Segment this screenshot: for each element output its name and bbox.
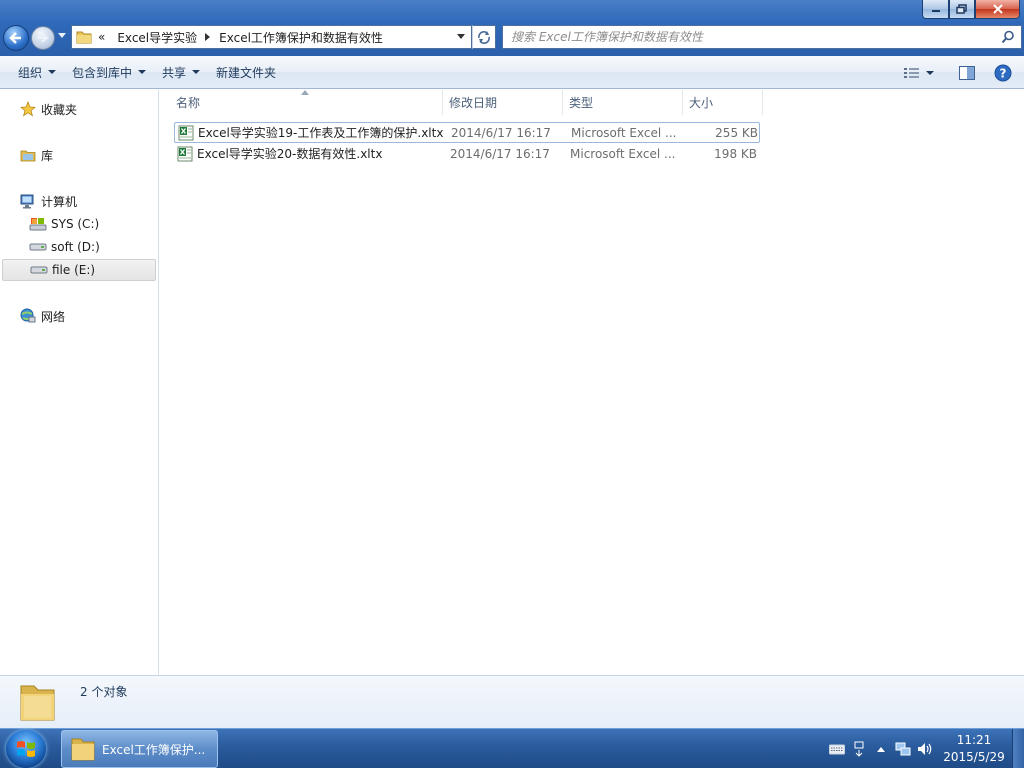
restore-icon — [956, 4, 967, 14]
new-folder-button[interactable]: 新建文件夹 — [208, 60, 284, 84]
library-icon — [20, 150, 36, 162]
close-button[interactable] — [975, 0, 1020, 19]
system-tray: 11:21 2015/5/29 — [826, 729, 1024, 768]
file-name: Excel导学实验20-数据有效性.xltx — [197, 147, 383, 161]
file-date: 2014/6/17 16:17 — [450, 146, 550, 161]
view-list-icon — [904, 67, 919, 78]
column-header-date[interactable]: 修改日期 — [443, 90, 563, 115]
forward-arrow-icon — [38, 33, 49, 43]
network-status-icon — [895, 742, 911, 755]
details-pane: 2 个对象 — [0, 675, 1024, 728]
breadcrumb-arrow-icon[interactable] — [205, 33, 211, 41]
clock-time: 11:21 — [956, 733, 992, 747]
forward-button[interactable] — [31, 26, 55, 50]
file-row[interactable]: Excel导学实验19-工作表及工作簿的保护.xltx 2014/6/17 16… — [174, 122, 760, 143]
nav-drive-d[interactable]: soft (D:) — [2, 236, 156, 258]
caption-buttons — [922, 0, 1020, 19]
folder-icon — [20, 685, 55, 721]
recent-pages-dropdown-icon[interactable] — [58, 33, 66, 39]
preview-pane-button[interactable] — [950, 61, 984, 85]
file-type: Microsoft Excel ... — [570, 146, 676, 161]
file-size: 198 KB — [714, 146, 757, 161]
breadcrumb-parent[interactable]: Excel导学实验 — [117, 29, 197, 46]
help-button[interactable]: ? — [986, 61, 1020, 85]
share-button[interactable]: 共享 — [154, 60, 208, 84]
input-method-icon — [854, 741, 864, 757]
excel-template-icon — [177, 146, 193, 161]
show-desktop-button[interactable] — [1012, 729, 1024, 768]
organize-button[interactable]: 组织 — [10, 60, 64, 84]
window-title-bar[interactable]: « Excel导学实验 Excel工作簿保护和数据有效性 — [0, 0, 1024, 56]
breadcrumb-current[interactable]: Excel工作簿保护和数据有效性 — [219, 29, 383, 46]
search-icon[interactable] — [1001, 30, 1015, 44]
svg-text:?: ? — [1000, 66, 1007, 80]
show-hidden-icons-button[interactable] — [870, 739, 892, 759]
taskbar-explorer-button[interactable]: Excel工作簿保护... — [61, 730, 218, 768]
chevron-down-icon — [926, 70, 934, 75]
change-view-button[interactable] — [896, 61, 942, 85]
file-name: Excel导学实验19-工作表及工作簿的保护.xltx — [198, 126, 444, 140]
back-arrow-icon — [9, 32, 21, 44]
minimize-button[interactable] — [922, 0, 949, 19]
keyboard-icon — [829, 744, 845, 755]
keyboard-tray-button[interactable] — [826, 739, 848, 759]
close-icon — [992, 4, 1003, 14]
drive-icon — [30, 266, 48, 274]
windows-logo-icon — [17, 741, 35, 757]
star-icon — [20, 101, 36, 117]
address-bar[interactable]: « Excel导学实验 Excel工作簿保护和数据有效性 — [71, 25, 472, 49]
nav-favorites[interactable]: 收藏夹 — [2, 98, 156, 120]
start-button[interactable] — [6, 730, 46, 768]
refresh-button[interactable] — [472, 25, 496, 49]
file-type: Microsoft Excel ... — [571, 125, 677, 140]
drive-icon — [29, 243, 47, 251]
address-dropdown-icon[interactable] — [457, 34, 465, 39]
address-overflow[interactable]: « — [98, 30, 105, 44]
file-list-pane[interactable]: 名称 修改日期 类型 大小 Excel导学实验19-工作表及工作簿的保护.xlt… — [160, 90, 1024, 675]
volume-tray-button[interactable] — [914, 739, 936, 759]
nav-drive-c[interactable]: SYS (C:) — [2, 213, 156, 235]
column-header-name[interactable]: 名称 — [170, 90, 443, 115]
taskbar-window-title: Excel工作簿保护... — [102, 742, 206, 757]
nav-computer[interactable]: 计算机 — [2, 190, 156, 212]
computer-icon — [20, 194, 34, 208]
system-drive-icon — [29, 218, 47, 231]
clock-date: 2015/5/29 — [943, 750, 1005, 764]
chevron-up-icon — [877, 747, 885, 752]
search-box[interactable] — [502, 25, 1022, 49]
nav-libraries[interactable]: 库 — [2, 144, 156, 166]
command-bar: 组织 包含到库中 共享 新建文件夹 ? — [0, 56, 1024, 89]
language-tray-button[interactable] — [848, 739, 870, 759]
sort-ascending-icon — [301, 90, 309, 95]
search-input[interactable] — [503, 27, 1001, 47]
network-tray-button[interactable] — [892, 739, 914, 759]
navigation-pane: 收藏夹 库 计算机 SYS (C:) soft (D:) file (E:) 网… — [0, 90, 159, 675]
taskbar: Excel工作簿保护... 11:21 2015/5/29 — [0, 728, 1024, 768]
minimize-icon — [931, 10, 940, 12]
help-icon: ? — [994, 64, 1012, 81]
folder-icon — [71, 738, 95, 761]
file-row[interactable]: Excel导学实验20-数据有效性.xltx 2014/6/17 16:17 M… — [174, 143, 760, 164]
excel-template-icon — [178, 125, 194, 140]
preview-pane-icon — [959, 65, 975, 80]
refresh-icon — [478, 31, 490, 44]
system-clock[interactable]: 11:21 2015/5/29 — [936, 732, 1012, 766]
column-header-size[interactable]: 大小 — [683, 90, 763, 115]
column-header-type[interactable]: 类型 — [563, 90, 683, 115]
network-icon — [20, 308, 36, 323]
chevron-down-icon — [48, 70, 57, 74]
item-count: 2 个对象 — [80, 685, 128, 699]
speaker-icon — [918, 743, 932, 755]
folder-icon — [76, 31, 92, 44]
file-date: 2014/6/17 16:17 — [451, 125, 551, 140]
column-headers: 名称 修改日期 类型 大小 — [170, 90, 763, 115]
include-in-library-button[interactable]: 包含到库中 — [64, 60, 154, 84]
chevron-down-icon — [138, 70, 147, 74]
chevron-down-icon — [192, 70, 201, 74]
restore-button[interactable] — [949, 0, 975, 19]
back-button[interactable] — [3, 25, 29, 51]
file-size: 255 KB — [715, 125, 758, 140]
nav-network[interactable]: 网络 — [2, 305, 156, 327]
nav-drive-e[interactable]: file (E:) — [2, 259, 156, 281]
